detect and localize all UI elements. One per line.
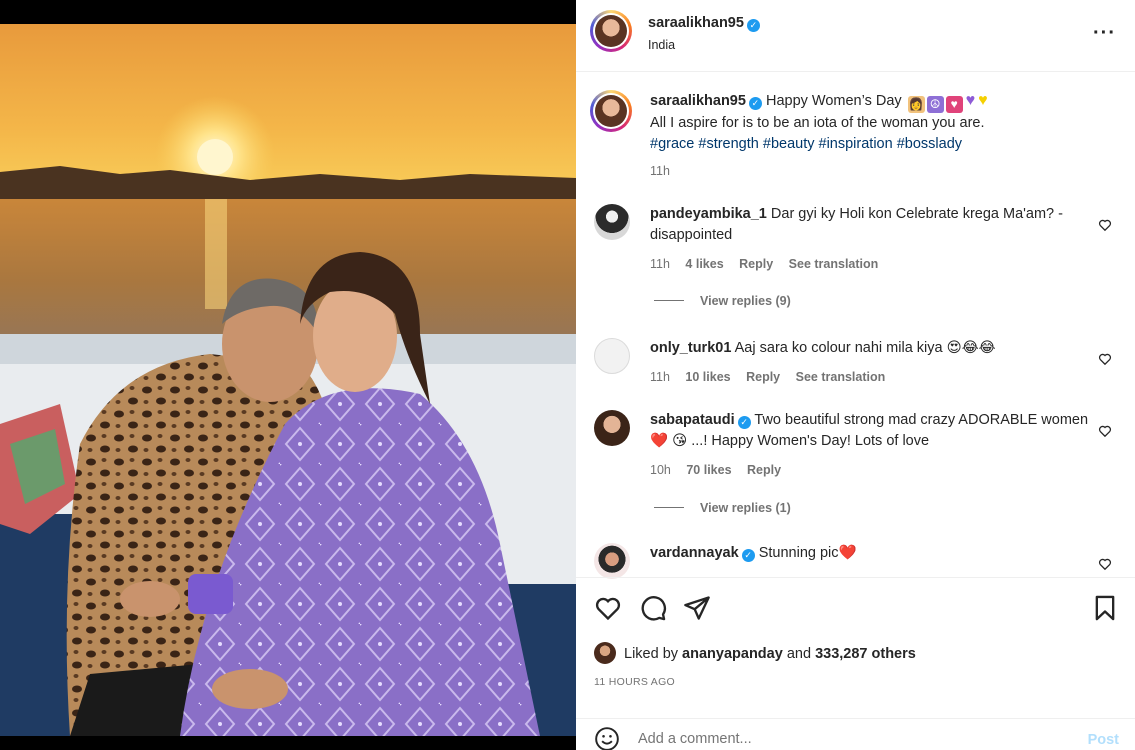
hashtag-link[interactable]: #strength bbox=[698, 136, 758, 152]
post-timestamp[interactable]: 11 HOURS AGO bbox=[594, 676, 675, 688]
commenter-username[interactable]: vardannayak bbox=[650, 545, 739, 561]
commenter-avatar[interactable] bbox=[594, 410, 630, 446]
verified-badge-icon: ✓ bbox=[737, 416, 751, 429]
woman-emoji-icon: 👩 bbox=[907, 96, 925, 113]
hashtag-link[interactable]: #inspiration bbox=[819, 136, 893, 152]
share-paper-plane-icon[interactable] bbox=[683, 594, 711, 622]
commenter-avatar[interactable] bbox=[594, 543, 630, 579]
post-actions: Liked by ananyapanday and 333,287 others… bbox=[576, 577, 1135, 750]
verified-badge-icon: ✓ bbox=[746, 19, 760, 32]
liker-avatar[interactable] bbox=[594, 642, 616, 664]
hashtag-link[interactable]: #bosslady bbox=[897, 136, 962, 152]
caption-avatar[interactable] bbox=[590, 90, 632, 132]
like-heart-icon[interactable] bbox=[594, 594, 622, 622]
view-replies-button[interactable]: View replies (9) bbox=[654, 294, 791, 308]
post-comment-button[interactable]: Post bbox=[1088, 732, 1119, 748]
reply-button[interactable]: Reply bbox=[746, 370, 780, 384]
emoji-smiley-icon[interactable] bbox=[594, 726, 620, 750]
hashtag-link[interactable]: #grace bbox=[650, 136, 694, 152]
comment-text: Stunning pic❤️ bbox=[758, 545, 857, 561]
liked-by-user[interactable]: ananyapanday bbox=[682, 646, 783, 662]
like-comment-heart-icon[interactable] bbox=[1098, 557, 1112, 571]
see-translation-link[interactable]: See translation bbox=[789, 257, 879, 271]
commenter-username[interactable]: sabapataudi bbox=[650, 412, 735, 428]
author-avatar[interactable] bbox=[590, 10, 632, 52]
comment-text: Aaj sara ko colour nahi mila kiya 😍😂😂 bbox=[734, 340, 996, 356]
yellow-heart-icon: ♥ bbox=[978, 92, 988, 109]
add-comment-row: Post bbox=[576, 718, 1135, 750]
liked-by-prefix: Liked by bbox=[624, 646, 679, 662]
post-location[interactable]: India bbox=[648, 38, 675, 52]
liked-by-count[interactable]: 333,287 others bbox=[815, 646, 916, 662]
caption-time: 11h bbox=[650, 164, 670, 178]
verified-badge-icon: ✓ bbox=[741, 549, 755, 562]
save-bookmark-icon[interactable] bbox=[1091, 594, 1119, 622]
post-photo[interactable] bbox=[0, 0, 576, 750]
author-username[interactable]: saraalikhan95 bbox=[648, 15, 744, 31]
post-image bbox=[0, 24, 576, 736]
post-details-panel: saraalikhan95 ✓ India ··· saraalikhan95 ✓ … bbox=[576, 0, 1135, 750]
heart-box-emoji-icon: ♥ bbox=[945, 96, 963, 113]
reply-button[interactable]: Reply bbox=[739, 257, 773, 271]
comment-likes[interactable]: 10 likes bbox=[685, 370, 730, 384]
caption-line2: All I aspire for is to be an iota of the… bbox=[650, 115, 985, 131]
like-comment-heart-icon[interactable] bbox=[1098, 218, 1112, 232]
more-options-icon[interactable]: ··· bbox=[1093, 22, 1116, 45]
comment-likes[interactable]: 4 likes bbox=[685, 257, 723, 271]
liked-by-and: and bbox=[786, 646, 812, 662]
commenter-username[interactable]: only_turk01 bbox=[650, 340, 731, 356]
peace-emoji-icon: ☮ bbox=[926, 96, 944, 113]
commenter-avatar[interactable] bbox=[594, 204, 630, 240]
like-comment-heart-icon[interactable] bbox=[1098, 424, 1112, 438]
add-comment-input[interactable] bbox=[638, 731, 1058, 747]
comment-likes[interactable]: 70 likes bbox=[686, 463, 731, 477]
hashtag-link[interactable]: #beauty bbox=[763, 136, 815, 152]
comment-time: 10h bbox=[650, 463, 671, 477]
commenter-username[interactable]: pandeyambika_1 bbox=[650, 206, 767, 222]
post-header: saraalikhan95 ✓ India ··· bbox=[576, 0, 1135, 72]
caption-username[interactable]: saraalikhan95 bbox=[650, 93, 746, 109]
commenter-avatar[interactable] bbox=[594, 338, 630, 374]
reply-button[interactable]: Reply bbox=[747, 463, 781, 477]
comment-time: 11h bbox=[650, 370, 670, 384]
see-translation-link[interactable]: See translation bbox=[796, 370, 886, 384]
hashtags: #grace #strength #beauty #inspiration #b… bbox=[650, 134, 1090, 155]
like-comment-heart-icon[interactable] bbox=[1098, 352, 1112, 366]
purple-heart-icon: ♥ bbox=[965, 92, 976, 109]
comment-bubble-icon[interactable] bbox=[639, 594, 667, 622]
caption-line1: Happy Women’s Day bbox=[765, 93, 902, 109]
verified-badge-icon: ✓ bbox=[748, 97, 762, 110]
comment-time: 11h bbox=[650, 257, 670, 271]
likes-summary: Liked by ananyapanday and 333,287 others bbox=[594, 642, 916, 664]
view-replies-button[interactable]: View replies (1) bbox=[654, 501, 791, 515]
